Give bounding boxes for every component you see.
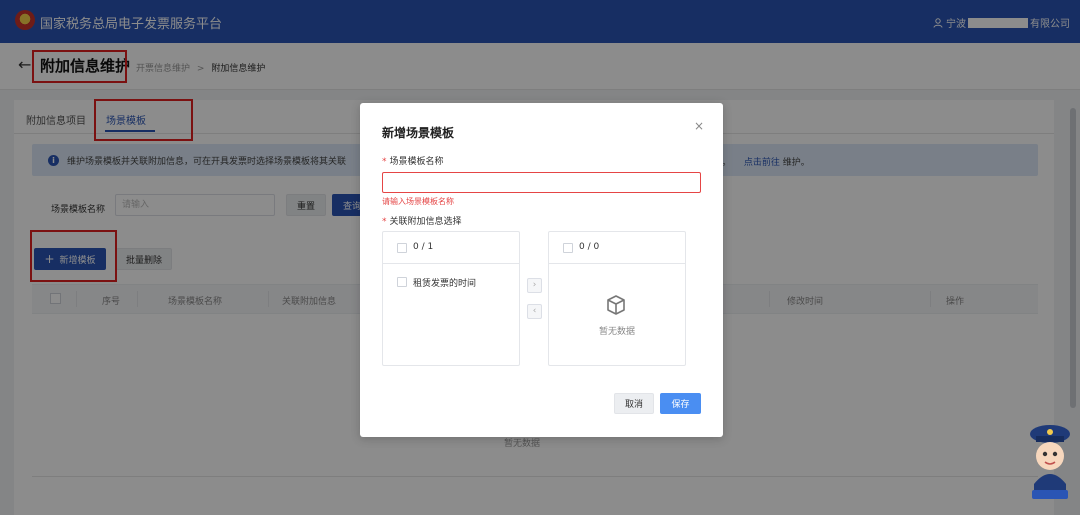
item-checkbox[interactable] bbox=[397, 277, 407, 287]
template-name-error: 请输入场景模板名称 bbox=[382, 197, 454, 206]
source-select-all-checkbox[interactable] bbox=[397, 243, 407, 253]
cancel-button[interactable]: 取消 bbox=[614, 393, 654, 414]
tax-assistant-mascot-icon[interactable] bbox=[1024, 420, 1076, 500]
source-list-header: 0 / 1 bbox=[383, 232, 519, 264]
template-name-input[interactable] bbox=[382, 172, 701, 193]
add-template-dialog: 新增场景模板 × * 场景模板名称 请输入场景模板名称 * 关联附加信息选择 0 /… bbox=[360, 103, 723, 437]
target-list-panel: 0 / 0 暂无数据 bbox=[548, 231, 686, 366]
move-right-button[interactable]: › bbox=[527, 278, 542, 293]
required-marker: * bbox=[382, 157, 387, 167]
relate-info-label-text: 关联附加信息选择 bbox=[389, 217, 462, 227]
source-count: 0 / 1 bbox=[413, 242, 434, 252]
target-list-header: 0 / 0 bbox=[549, 232, 685, 264]
dialog-title: 新增场景模板 bbox=[382, 126, 455, 140]
move-left-button[interactable]: ‹ bbox=[527, 304, 542, 319]
required-marker: * bbox=[382, 217, 387, 227]
template-name-label: * 场景模板名称 bbox=[382, 154, 444, 167]
source-list-panel: 0 / 1 租赁发票的时间 bbox=[382, 231, 520, 366]
list-item[interactable]: 租赁发票的时间 bbox=[413, 276, 476, 289]
template-name-label-text: 场景模板名称 bbox=[389, 157, 444, 167]
relate-info-label: * 关联附加信息选择 bbox=[382, 214, 462, 227]
save-button[interactable]: 保存 bbox=[660, 393, 701, 414]
close-icon[interactable]: × bbox=[694, 119, 704, 133]
target-empty-text: 暂无数据 bbox=[599, 327, 636, 337]
target-select-all-checkbox[interactable] bbox=[563, 243, 573, 253]
target-count: 0 / 0 bbox=[579, 242, 600, 252]
empty-box-icon bbox=[607, 295, 625, 315]
